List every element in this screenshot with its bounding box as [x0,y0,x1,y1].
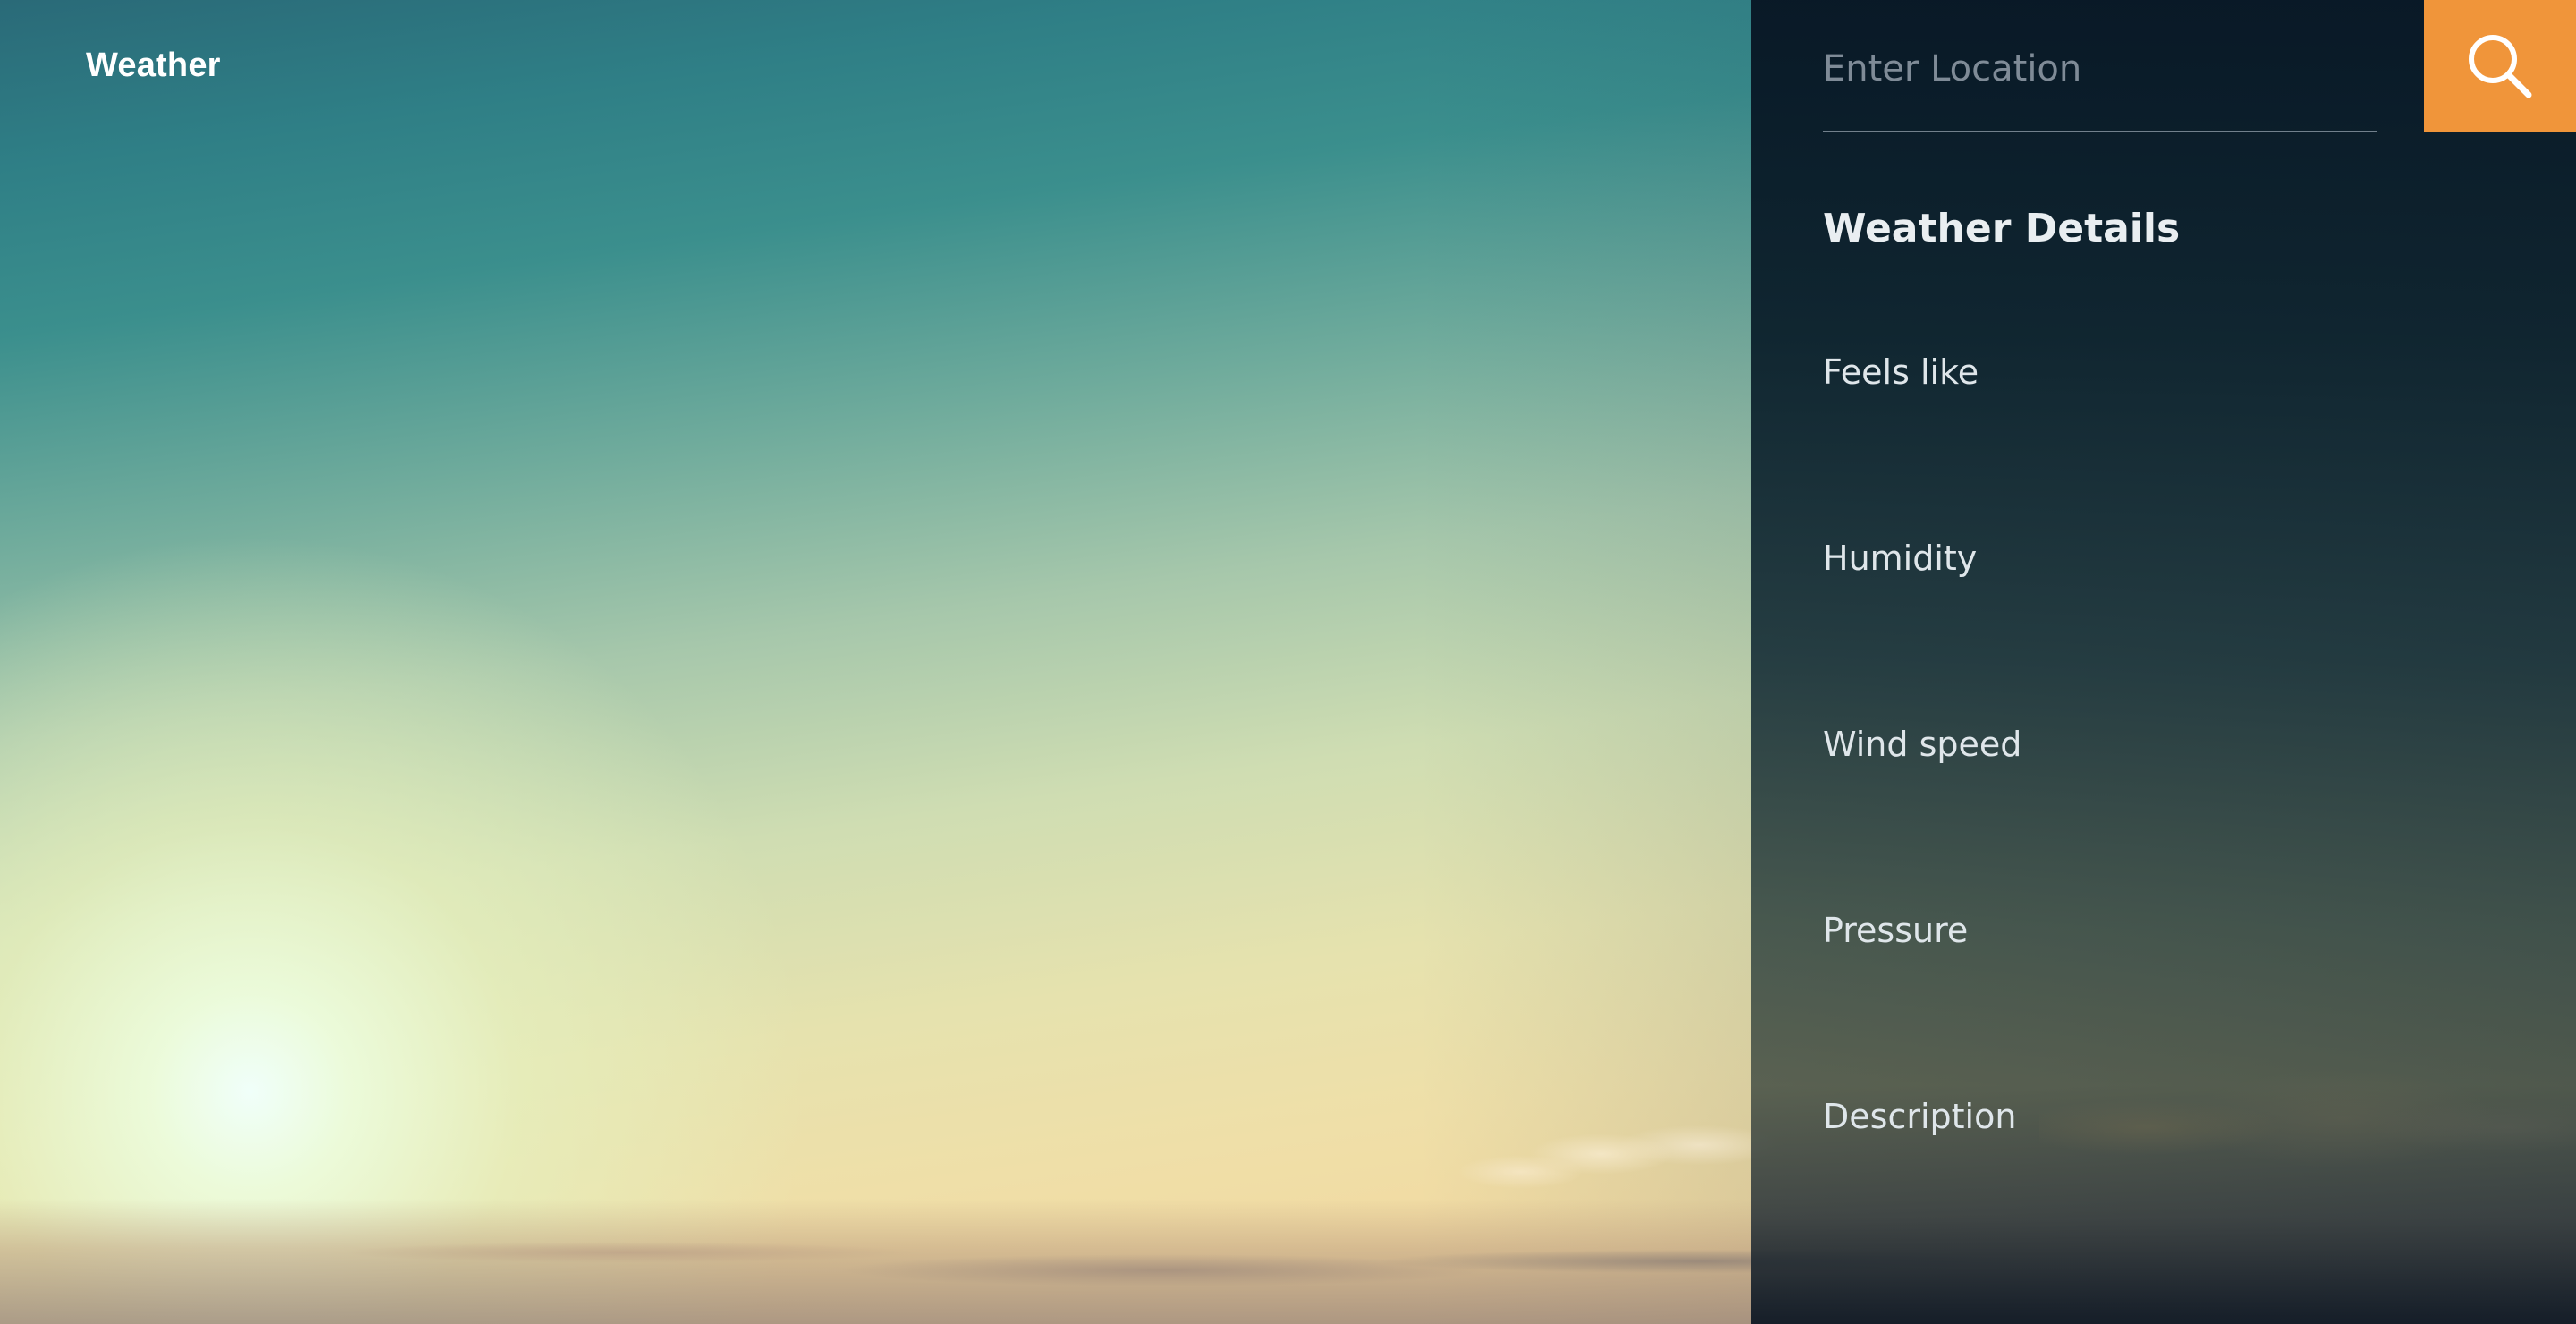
detail-label: Wind speed [1823,725,2022,764]
weather-app: Weather Weather Details Feels like Humid… [0,0,2576,1324]
detail-label: Description [1823,1097,2017,1136]
search-icon [2469,35,2532,98]
detail-row-humidity: Humidity [1823,539,2521,578]
app-title: Weather [86,47,221,84]
detail-row-pressure: Pressure [1823,911,2521,950]
detail-row-feels-like: Feels like [1823,352,2521,392]
weather-details-title: Weather Details [1823,206,2181,251]
detail-label: Pressure [1823,911,1969,950]
cloud-image [1449,1100,1789,1208]
detail-row-wind-speed: Wind speed [1823,725,2521,764]
search-button[interactable] [2424,0,2576,132]
detail-label: Humidity [1823,539,1978,578]
detail-label: Feels like [1823,352,1979,392]
detail-row-description: Description [1823,1097,2521,1136]
location-input[interactable] [1823,32,2377,132]
